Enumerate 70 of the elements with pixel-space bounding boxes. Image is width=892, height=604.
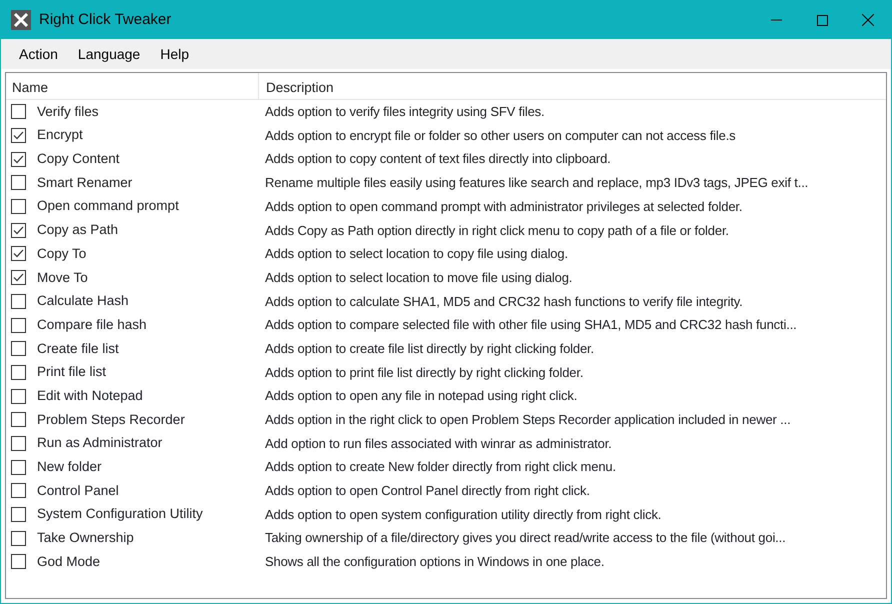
checkbox[interactable] bbox=[11, 128, 26, 144]
app-icon bbox=[11, 10, 31, 30]
minimize-icon bbox=[770, 19, 782, 21]
option-name: Run as Administrator bbox=[37, 434, 164, 452]
option-name: Copy as Path bbox=[37, 221, 120, 240]
option-name: New folder bbox=[37, 458, 103, 476]
checkbox[interactable] bbox=[11, 175, 26, 190]
option-description: Adds option to compare selected file with other file using SHA1, MD5 and CRC32 hash functi... bbox=[264, 316, 797, 334]
menu-item[interactable]: Action bbox=[9, 42, 68, 66]
option-description: Shows all the configuration options in Windows in one place. bbox=[264, 553, 604, 572]
option-name: Print file list bbox=[37, 363, 108, 382]
option-description: Adds option to select location to copy file using dialog. bbox=[264, 245, 568, 264]
checkbox[interactable] bbox=[11, 294, 26, 309]
option-name: Encrypt bbox=[37, 126, 84, 144]
option-description: Adds option to verify files integrity using SFV files. bbox=[264, 103, 544, 122]
checkbox[interactable] bbox=[11, 530, 26, 546]
checkbox[interactable] bbox=[11, 554, 26, 570]
option-name: Take Ownership bbox=[37, 529, 135, 548]
menu-item[interactable]: Language bbox=[68, 42, 150, 66]
option-name: Control Panel bbox=[37, 482, 120, 500]
menu-item[interactable]: Help bbox=[150, 42, 200, 66]
option-description: Taking ownership of a file/directory gives you direct read/write access to the file (without goi... bbox=[264, 529, 786, 548]
option-name: Edit with Notepad bbox=[37, 386, 144, 405]
checkbox[interactable] bbox=[11, 460, 26, 475]
option-description: Adds option to calculate SHA1, MD5 and CRC32 hash functions to verify file integrity. bbox=[264, 292, 743, 311]
checkbox[interactable] bbox=[11, 104, 26, 120]
option-description: Adds option to create file list directly by right clicking folder. bbox=[264, 340, 594, 358]
option-description: Add option to run files associated with winrar as administrator. bbox=[264, 434, 612, 453]
checkbox[interactable] bbox=[11, 246, 26, 262]
option-name: Verify files bbox=[37, 102, 100, 121]
option-description: Adds option in the right click to open Problem Steps Recorder application included in newer ... bbox=[264, 411, 791, 430]
checkbox[interactable] bbox=[11, 507, 26, 522]
option-name: Compare file hash bbox=[37, 316, 148, 334]
checkbox[interactable] bbox=[11, 199, 26, 214]
window-title: Right Click Tweaker bbox=[39, 10, 172, 30]
option-name: God Mode bbox=[37, 552, 102, 571]
option-name: Create file list bbox=[37, 340, 120, 358]
checkbox[interactable] bbox=[11, 364, 26, 380]
checkbox[interactable] bbox=[11, 222, 26, 238]
checkbox[interactable] bbox=[11, 270, 26, 286]
option-name: Problem Steps Recorder bbox=[37, 410, 186, 429]
option-name: Smart Renamer bbox=[37, 174, 134, 192]
column-header[interactable]: Name bbox=[6, 73, 259, 99]
option-name: Copy To bbox=[37, 244, 88, 263]
option-name: System Configuration Utility bbox=[37, 505, 204, 524]
option-description: Adds option to select location to move file using dialog. bbox=[264, 268, 572, 287]
option-description: Adds option to copy content of text files directly into clipboard. bbox=[264, 150, 611, 168]
option-description: Rename multiple files easily using features like search and replace, mp3 IDv3 tags, JPEG exif t... bbox=[264, 174, 808, 192]
checkbox[interactable] bbox=[11, 341, 26, 356]
checkbox[interactable] bbox=[11, 318, 26, 333]
column-header[interactable]: Description bbox=[259, 73, 334, 99]
maximize-icon bbox=[816, 14, 828, 26]
checkbox[interactable] bbox=[11, 436, 26, 451]
checkbox[interactable] bbox=[11, 412, 26, 428]
option-description: Adds option to open system configuration utility directly from right click. bbox=[264, 506, 662, 524]
option-description: Adds option to encrypt file or folder so other users on computer can not access file.s bbox=[264, 126, 736, 145]
option-name: Calculate Hash bbox=[37, 292, 130, 310]
option-name: Move To bbox=[37, 268, 89, 287]
option-description: Adds option to open any file in notepad using right click. bbox=[264, 387, 578, 406]
checkbox[interactable] bbox=[11, 152, 26, 167]
option-name: Open command prompt bbox=[37, 197, 180, 216]
option-name: Copy Content bbox=[37, 150, 121, 168]
option-description: Adds option to open Control Panel directly from right click. bbox=[264, 482, 590, 500]
checkbox[interactable] bbox=[11, 388, 26, 404]
close-icon bbox=[862, 14, 874, 26]
option-description: Adds option to create New folder directly from right click menu. bbox=[264, 458, 616, 476]
option-description: Adds option to print file list directly by right clicking folder. bbox=[264, 364, 584, 382]
option-description: Adds Copy as Path option directly in right click menu to copy path of a file or folder. bbox=[264, 222, 729, 240]
option-description: Adds option to open command prompt with administrator privileges at selected folder. bbox=[264, 198, 742, 216]
checkbox[interactable] bbox=[11, 483, 26, 498]
